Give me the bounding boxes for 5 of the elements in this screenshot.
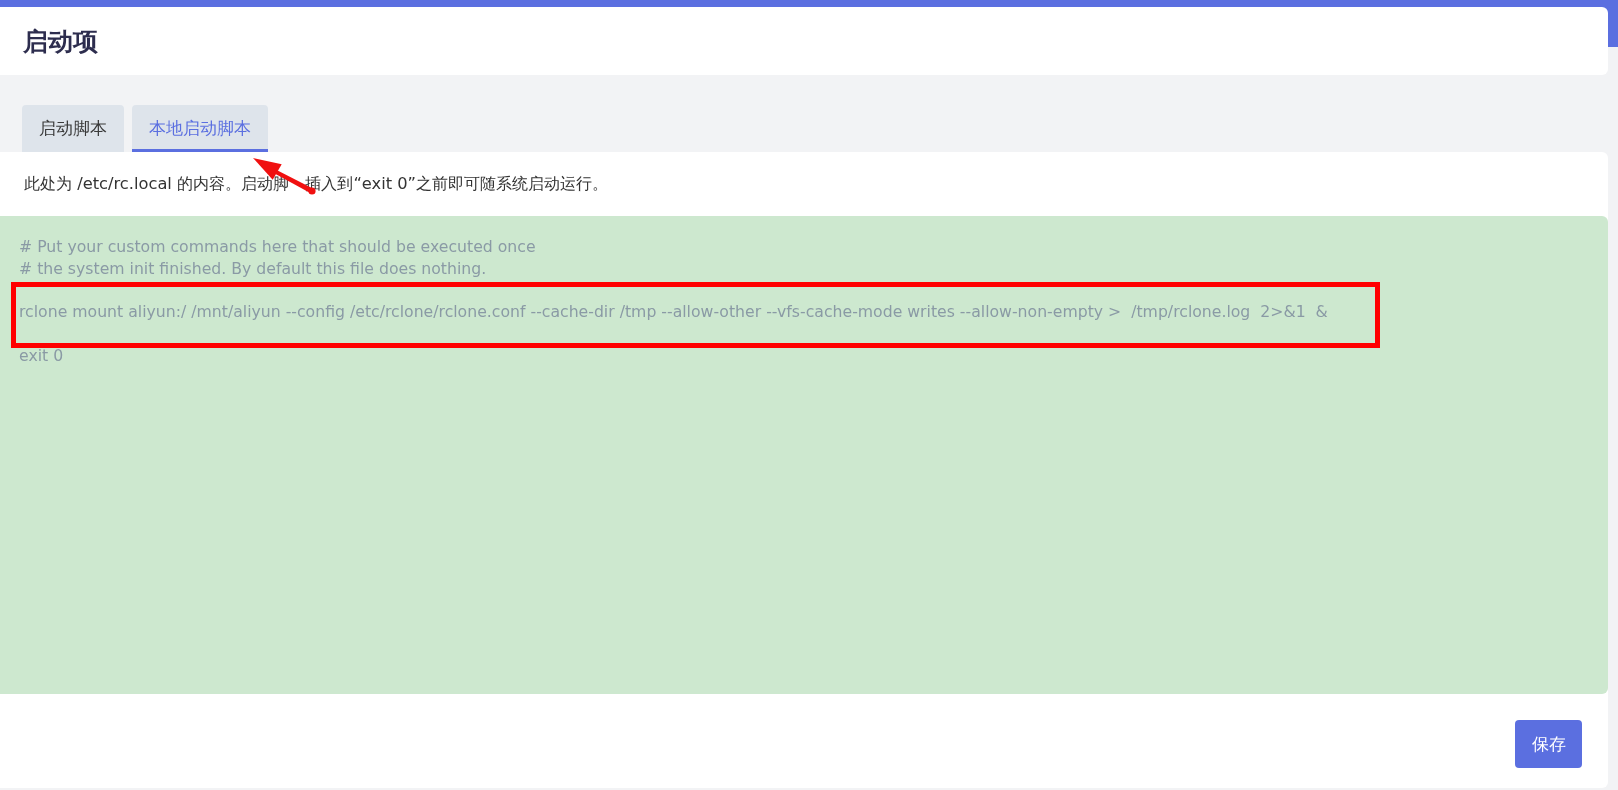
- tab[interactable]: 启动脚本: [22, 105, 124, 152]
- save-button[interactable]: 保存: [1515, 720, 1582, 768]
- script-textarea[interactable]: # Put your custom commands here that should be executed once # the system init finished. By default this file does nothing. rclone mount aliyun:/ /mnt/aliyun --config /etc/rclone/rclone.conf --cache-dir /tmp --allow-other --vfs-cache-mode writes --allow-non-empty > /tmp/rclone.log 2>&1 & exit 0: [0, 216, 1608, 694]
- tab[interactable]: 本地启动脚本: [132, 105, 268, 152]
- page-title: 启动项: [23, 25, 98, 58]
